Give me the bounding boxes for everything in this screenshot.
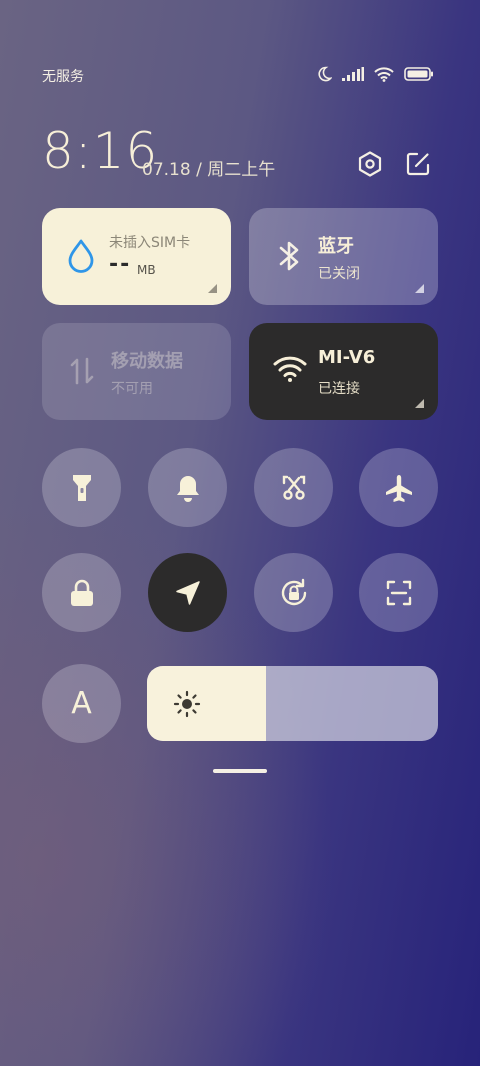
flashlight-icon bbox=[70, 473, 94, 503]
carrier-label: 无服务 bbox=[42, 69, 84, 85]
data-usage-title: 未插入SIM卡 bbox=[109, 235, 191, 251]
tile-data-usage[interactable]: 未插入SIM卡 -- MB bbox=[42, 208, 231, 305]
auto-brightness-label: A bbox=[71, 686, 92, 721]
screenshot-icon bbox=[280, 474, 308, 502]
tile-wifi[interactable]: MI-V6 已连接 bbox=[249, 323, 438, 420]
toggle-notifications[interactable] bbox=[148, 448, 227, 527]
airplane-icon bbox=[384, 473, 414, 503]
expand-corner-icon bbox=[208, 284, 217, 293]
scan-icon bbox=[385, 579, 413, 607]
expand-corner-icon bbox=[415, 284, 424, 293]
moon-icon bbox=[316, 66, 332, 82]
battery-icon bbox=[404, 67, 434, 81]
bluetooth-status: 已关闭 bbox=[318, 266, 360, 282]
expand-corner-icon bbox=[415, 399, 424, 408]
status-bar: 无服务 bbox=[42, 66, 434, 86]
brightness-slider-fill bbox=[147, 666, 267, 741]
status-icons bbox=[316, 66, 434, 82]
control-center-header: 8:16 07.18 / 周二上午 bbox=[42, 122, 434, 182]
signal-icon bbox=[342, 67, 364, 81]
toggle-screen-lock[interactable] bbox=[42, 553, 121, 632]
toggle-airplane-mode[interactable] bbox=[359, 448, 438, 527]
toggle-scanner[interactable] bbox=[359, 553, 438, 632]
mobile-data-title: 移动数据 bbox=[111, 351, 183, 372]
sun-icon bbox=[173, 690, 201, 722]
data-arrows-icon bbox=[66, 353, 102, 389]
bell-icon bbox=[174, 473, 202, 503]
bluetooth-icon bbox=[273, 238, 309, 274]
toggle-flashlight[interactable] bbox=[42, 448, 121, 527]
bluetooth-title: 蓝牙 bbox=[318, 236, 354, 257]
mobile-data-status: 不可用 bbox=[111, 381, 153, 397]
rotation-lock-icon bbox=[277, 576, 311, 610]
lock-icon bbox=[69, 579, 95, 607]
wifi-icon bbox=[374, 66, 394, 82]
settings-icon[interactable] bbox=[356, 150, 386, 180]
data-usage-unit: MB bbox=[137, 263, 156, 277]
wifi-status: 已连接 bbox=[318, 381, 360, 397]
wifi-title: MI-V6 bbox=[318, 347, 376, 368]
edit-icon[interactable] bbox=[404, 150, 434, 180]
drag-handle[interactable] bbox=[213, 769, 267, 773]
toggle-screenshot[interactable] bbox=[254, 448, 333, 527]
tile-mobile-data[interactable]: 移动数据 不可用 bbox=[42, 323, 231, 420]
clock: 8:16 bbox=[42, 122, 159, 180]
date-label: 07.18 / 周二上午 bbox=[142, 160, 276, 180]
brightness-slider[interactable] bbox=[147, 666, 438, 741]
water-drop-icon bbox=[66, 238, 102, 274]
location-icon bbox=[174, 579, 202, 607]
toggle-rotation-lock[interactable] bbox=[254, 553, 333, 632]
data-usage-value: -- bbox=[109, 252, 132, 277]
toggle-location[interactable] bbox=[148, 553, 227, 632]
wifi-icon bbox=[273, 355, 309, 391]
auto-brightness-button[interactable]: A bbox=[42, 664, 121, 743]
tile-bluetooth[interactable]: 蓝牙 已关闭 bbox=[249, 208, 438, 305]
